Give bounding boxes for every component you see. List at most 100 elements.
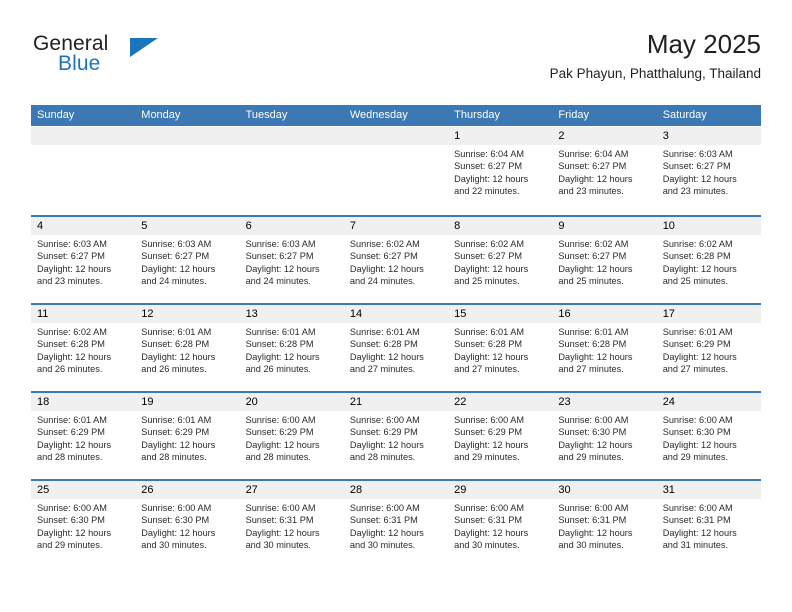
daylight-duration-line1: Daylight: 12 hours bbox=[662, 439, 737, 450]
daylight-duration-line1: Daylight: 12 hours bbox=[245, 439, 320, 450]
day-number: 15 bbox=[448, 305, 553, 323]
daylight-duration-line1: Daylight: 12 hours bbox=[349, 263, 424, 274]
sunrise-time: Sunrise: 6:03 AM bbox=[37, 239, 107, 249]
day-cell-empty bbox=[343, 127, 449, 215]
daylight-duration-line2: and 30 minutes. bbox=[141, 540, 207, 551]
daylight-duration-line2: and 30 minutes. bbox=[245, 540, 311, 551]
day-cell[interactable]: 28 Sunrise: 6:00 AM Sunset: 6:31 PM Dayligh… bbox=[343, 481, 449, 567]
sunrise-time: Sunrise: 6:01 AM bbox=[141, 327, 212, 337]
daylight-duration-line2: and 31 minutes. bbox=[662, 540, 729, 551]
day-number: 10 bbox=[656, 217, 761, 235]
daylight-duration-line1: Daylight: 12 hours bbox=[558, 439, 633, 450]
daylight-duration-line2: and 28 minutes. bbox=[141, 452, 207, 463]
day-sun-info: Sunrise: 6:00 AM Sunset: 6:31 PM Daylight:… bbox=[552, 499, 656, 552]
sunrise-time: Sunrise: 6:01 AM bbox=[454, 327, 525, 337]
sunset-time: Sunset: 6:31 PM bbox=[245, 515, 314, 526]
daylight-duration-line2: and 23 minutes. bbox=[662, 186, 729, 197]
daylight-duration-line2: and 23 minutes. bbox=[37, 276, 103, 287]
day-cell[interactable]: 25 Sunrise: 6:00 AM Sunset: 6:30 PM Dayligh… bbox=[31, 481, 136, 567]
day-sun-info: Sunrise: 6:04 AM Sunset: 6:27 PM Daylight:… bbox=[448, 145, 552, 198]
daylight-duration-line1: Daylight: 12 hours bbox=[141, 263, 216, 274]
daylight-duration-line1: Daylight: 12 hours bbox=[454, 263, 529, 274]
sunset-time: Sunset: 6:29 PM bbox=[141, 427, 210, 438]
day-sun-info: Sunrise: 6:01 AM Sunset: 6:28 PM Daylight:… bbox=[552, 323, 656, 376]
day-cell[interactable]: 16 Sunrise: 6:01 AM Sunset: 6:28 PM Dayligh… bbox=[552, 305, 657, 391]
sunset-time: Sunset: 6:27 PM bbox=[349, 251, 418, 262]
daylight-duration-line1: Daylight: 12 hours bbox=[141, 527, 216, 538]
day-cell[interactable]: 19 Sunrise: 6:01 AM Sunset: 6:29 PM Dayligh… bbox=[135, 393, 240, 479]
sunset-time: Sunset: 6:28 PM bbox=[349, 339, 418, 350]
weekday-header-sunday: Sunday bbox=[37, 109, 75, 121]
day-number bbox=[31, 127, 136, 145]
day-cell[interactable]: 5 Sunrise: 6:03 AM Sunset: 6:27 PM Daylight… bbox=[135, 217, 240, 303]
sunset-time: Sunset: 6:31 PM bbox=[454, 515, 523, 526]
day-cell[interactable]: 12 Sunrise: 6:01 AM Sunset: 6:28 PM Dayligh… bbox=[135, 305, 240, 391]
sunrise-time: Sunrise: 6:01 AM bbox=[37, 415, 107, 425]
day-cell[interactable]: 4 Sunrise: 6:03 AM Sunset: 6:27 PM Daylight… bbox=[31, 217, 136, 303]
day-cell[interactable]: 9 Sunrise: 6:02 AM Sunset: 6:27 PM Daylight… bbox=[552, 217, 657, 303]
day-cell[interactable]: 18 Sunrise: 6:01 AM Sunset: 6:29 PM Dayligh… bbox=[31, 393, 136, 479]
sunrise-time: Sunrise: 6:03 AM bbox=[245, 239, 316, 249]
daylight-duration-line1: Daylight: 12 hours bbox=[349, 527, 424, 538]
day-number: 6 bbox=[239, 217, 344, 235]
day-number bbox=[343, 127, 449, 145]
daylight-duration-line1: Daylight: 12 hours bbox=[662, 351, 737, 362]
day-cell[interactable]: 26 Sunrise: 6:00 AM Sunset: 6:30 PM Dayligh… bbox=[135, 481, 240, 567]
day-cell[interactable]: 1 Sunrise: 6:04 AM Sunset: 6:27 PM Daylight… bbox=[448, 127, 553, 215]
daylight-duration-line2: and 22 minutes. bbox=[454, 186, 520, 197]
sunset-time: Sunset: 6:27 PM bbox=[245, 251, 314, 262]
general-blue-logo[interactable]: General Blue bbox=[31, 32, 221, 88]
day-cell[interactable]: 2 Sunrise: 6:04 AM Sunset: 6:27 PM Daylight… bbox=[552, 127, 657, 215]
day-cell[interactable]: 7 Sunrise: 6:02 AM Sunset: 6:27 PM Daylight… bbox=[343, 217, 449, 303]
day-cell[interactable]: 13 Sunrise: 6:01 AM Sunset: 6:28 PM Dayligh… bbox=[239, 305, 344, 391]
day-cell[interactable]: 14 Sunrise: 6:01 AM Sunset: 6:28 PM Dayligh… bbox=[343, 305, 449, 391]
daylight-duration-line1: Daylight: 12 hours bbox=[662, 173, 737, 184]
daylight-duration-line1: Daylight: 12 hours bbox=[37, 527, 112, 538]
day-cell[interactable]: 22 Sunrise: 6:00 AM Sunset: 6:29 PM Dayligh… bbox=[448, 393, 553, 479]
calendar-week-row: 11 Sunrise: 6:02 AM Sunset: 6:28 PM Dayligh… bbox=[31, 303, 761, 391]
daylight-duration-line2: and 26 minutes. bbox=[37, 364, 103, 375]
day-cell[interactable]: 29 Sunrise: 6:00 AM Sunset: 6:31 PM Dayligh… bbox=[448, 481, 553, 567]
daylight-duration-line2: and 25 minutes. bbox=[662, 276, 729, 287]
day-cell[interactable]: 15 Sunrise: 6:01 AM Sunset: 6:28 PM Dayligh… bbox=[448, 305, 553, 391]
day-number: 31 bbox=[656, 481, 761, 499]
day-cell[interactable]: 20 Sunrise: 6:00 AM Sunset: 6:29 PM Dayligh… bbox=[239, 393, 344, 479]
day-sun-info: Sunrise: 6:00 AM Sunset: 6:31 PM Daylight:… bbox=[344, 499, 448, 552]
daylight-duration-line1: Daylight: 12 hours bbox=[349, 351, 424, 362]
day-number: 28 bbox=[343, 481, 449, 499]
daylight-duration-line2: and 30 minutes. bbox=[558, 540, 624, 551]
day-number: 2 bbox=[552, 127, 657, 145]
day-cell[interactable]: 3 Sunrise: 6:03 AM Sunset: 6:27 PM Daylight… bbox=[656, 127, 761, 215]
daylight-duration-line2: and 27 minutes. bbox=[558, 364, 624, 375]
day-sun-info: Sunrise: 6:01 AM Sunset: 6:28 PM Daylight:… bbox=[135, 323, 239, 376]
daylight-duration-line2: and 29 minutes. bbox=[558, 452, 624, 463]
day-sun-info: Sunrise: 6:00 AM Sunset: 6:30 PM Daylight:… bbox=[135, 499, 239, 552]
day-sun-info: Sunrise: 6:01 AM Sunset: 6:29 PM Daylight:… bbox=[135, 411, 239, 464]
day-sun-info: Sunrise: 6:01 AM Sunset: 6:28 PM Daylight:… bbox=[344, 323, 448, 376]
day-number: 1 bbox=[448, 127, 553, 145]
day-cell[interactable]: 24 Sunrise: 6:00 AM Sunset: 6:30 PM Dayligh… bbox=[656, 393, 761, 479]
day-cell[interactable]: 17 Sunrise: 6:01 AM Sunset: 6:29 PM Dayligh… bbox=[656, 305, 761, 391]
daylight-duration-line1: Daylight: 12 hours bbox=[37, 351, 112, 362]
day-cell[interactable]: 8 Sunrise: 6:02 AM Sunset: 6:27 PM Daylight… bbox=[448, 217, 553, 303]
weekday-header-friday: Friday bbox=[558, 109, 589, 121]
day-cell[interactable]: 31 Sunrise: 6:00 AM Sunset: 6:31 PM Dayligh… bbox=[656, 481, 761, 567]
day-cell[interactable]: 23 Sunrise: 6:00 AM Sunset: 6:30 PM Dayligh… bbox=[552, 393, 657, 479]
sunrise-time: Sunrise: 6:01 AM bbox=[558, 327, 629, 337]
day-number: 9 bbox=[552, 217, 657, 235]
sunrise-time: Sunrise: 6:02 AM bbox=[454, 239, 525, 249]
daylight-duration-line1: Daylight: 12 hours bbox=[245, 351, 320, 362]
day-number: 30 bbox=[552, 481, 657, 499]
day-cell[interactable]: 21 Sunrise: 6:00 AM Sunset: 6:29 PM Dayligh… bbox=[343, 393, 449, 479]
sunset-time: Sunset: 6:28 PM bbox=[245, 339, 314, 350]
day-cell[interactable]: 27 Sunrise: 6:00 AM Sunset: 6:31 PM Dayligh… bbox=[239, 481, 344, 567]
day-sun-info: Sunrise: 6:00 AM Sunset: 6:30 PM Daylight:… bbox=[31, 499, 135, 552]
day-cell[interactable]: 10 Sunrise: 6:02 AM Sunset: 6:28 PM Dayligh… bbox=[656, 217, 761, 303]
day-cell[interactable]: 30 Sunrise: 6:00 AM Sunset: 6:31 PM Dayligh… bbox=[552, 481, 657, 567]
day-cell[interactable]: 11 Sunrise: 6:02 AM Sunset: 6:28 PM Dayligh… bbox=[31, 305, 136, 391]
sunrise-time: Sunrise: 6:00 AM bbox=[245, 503, 316, 513]
sunrise-time: Sunrise: 6:00 AM bbox=[349, 503, 420, 513]
weekday-header-saturday: Saturday bbox=[662, 109, 707, 121]
day-cell[interactable]: 6 Sunrise: 6:03 AM Sunset: 6:27 PM Daylight… bbox=[239, 217, 344, 303]
day-sun-info: Sunrise: 6:02 AM Sunset: 6:27 PM Daylight:… bbox=[448, 235, 552, 288]
